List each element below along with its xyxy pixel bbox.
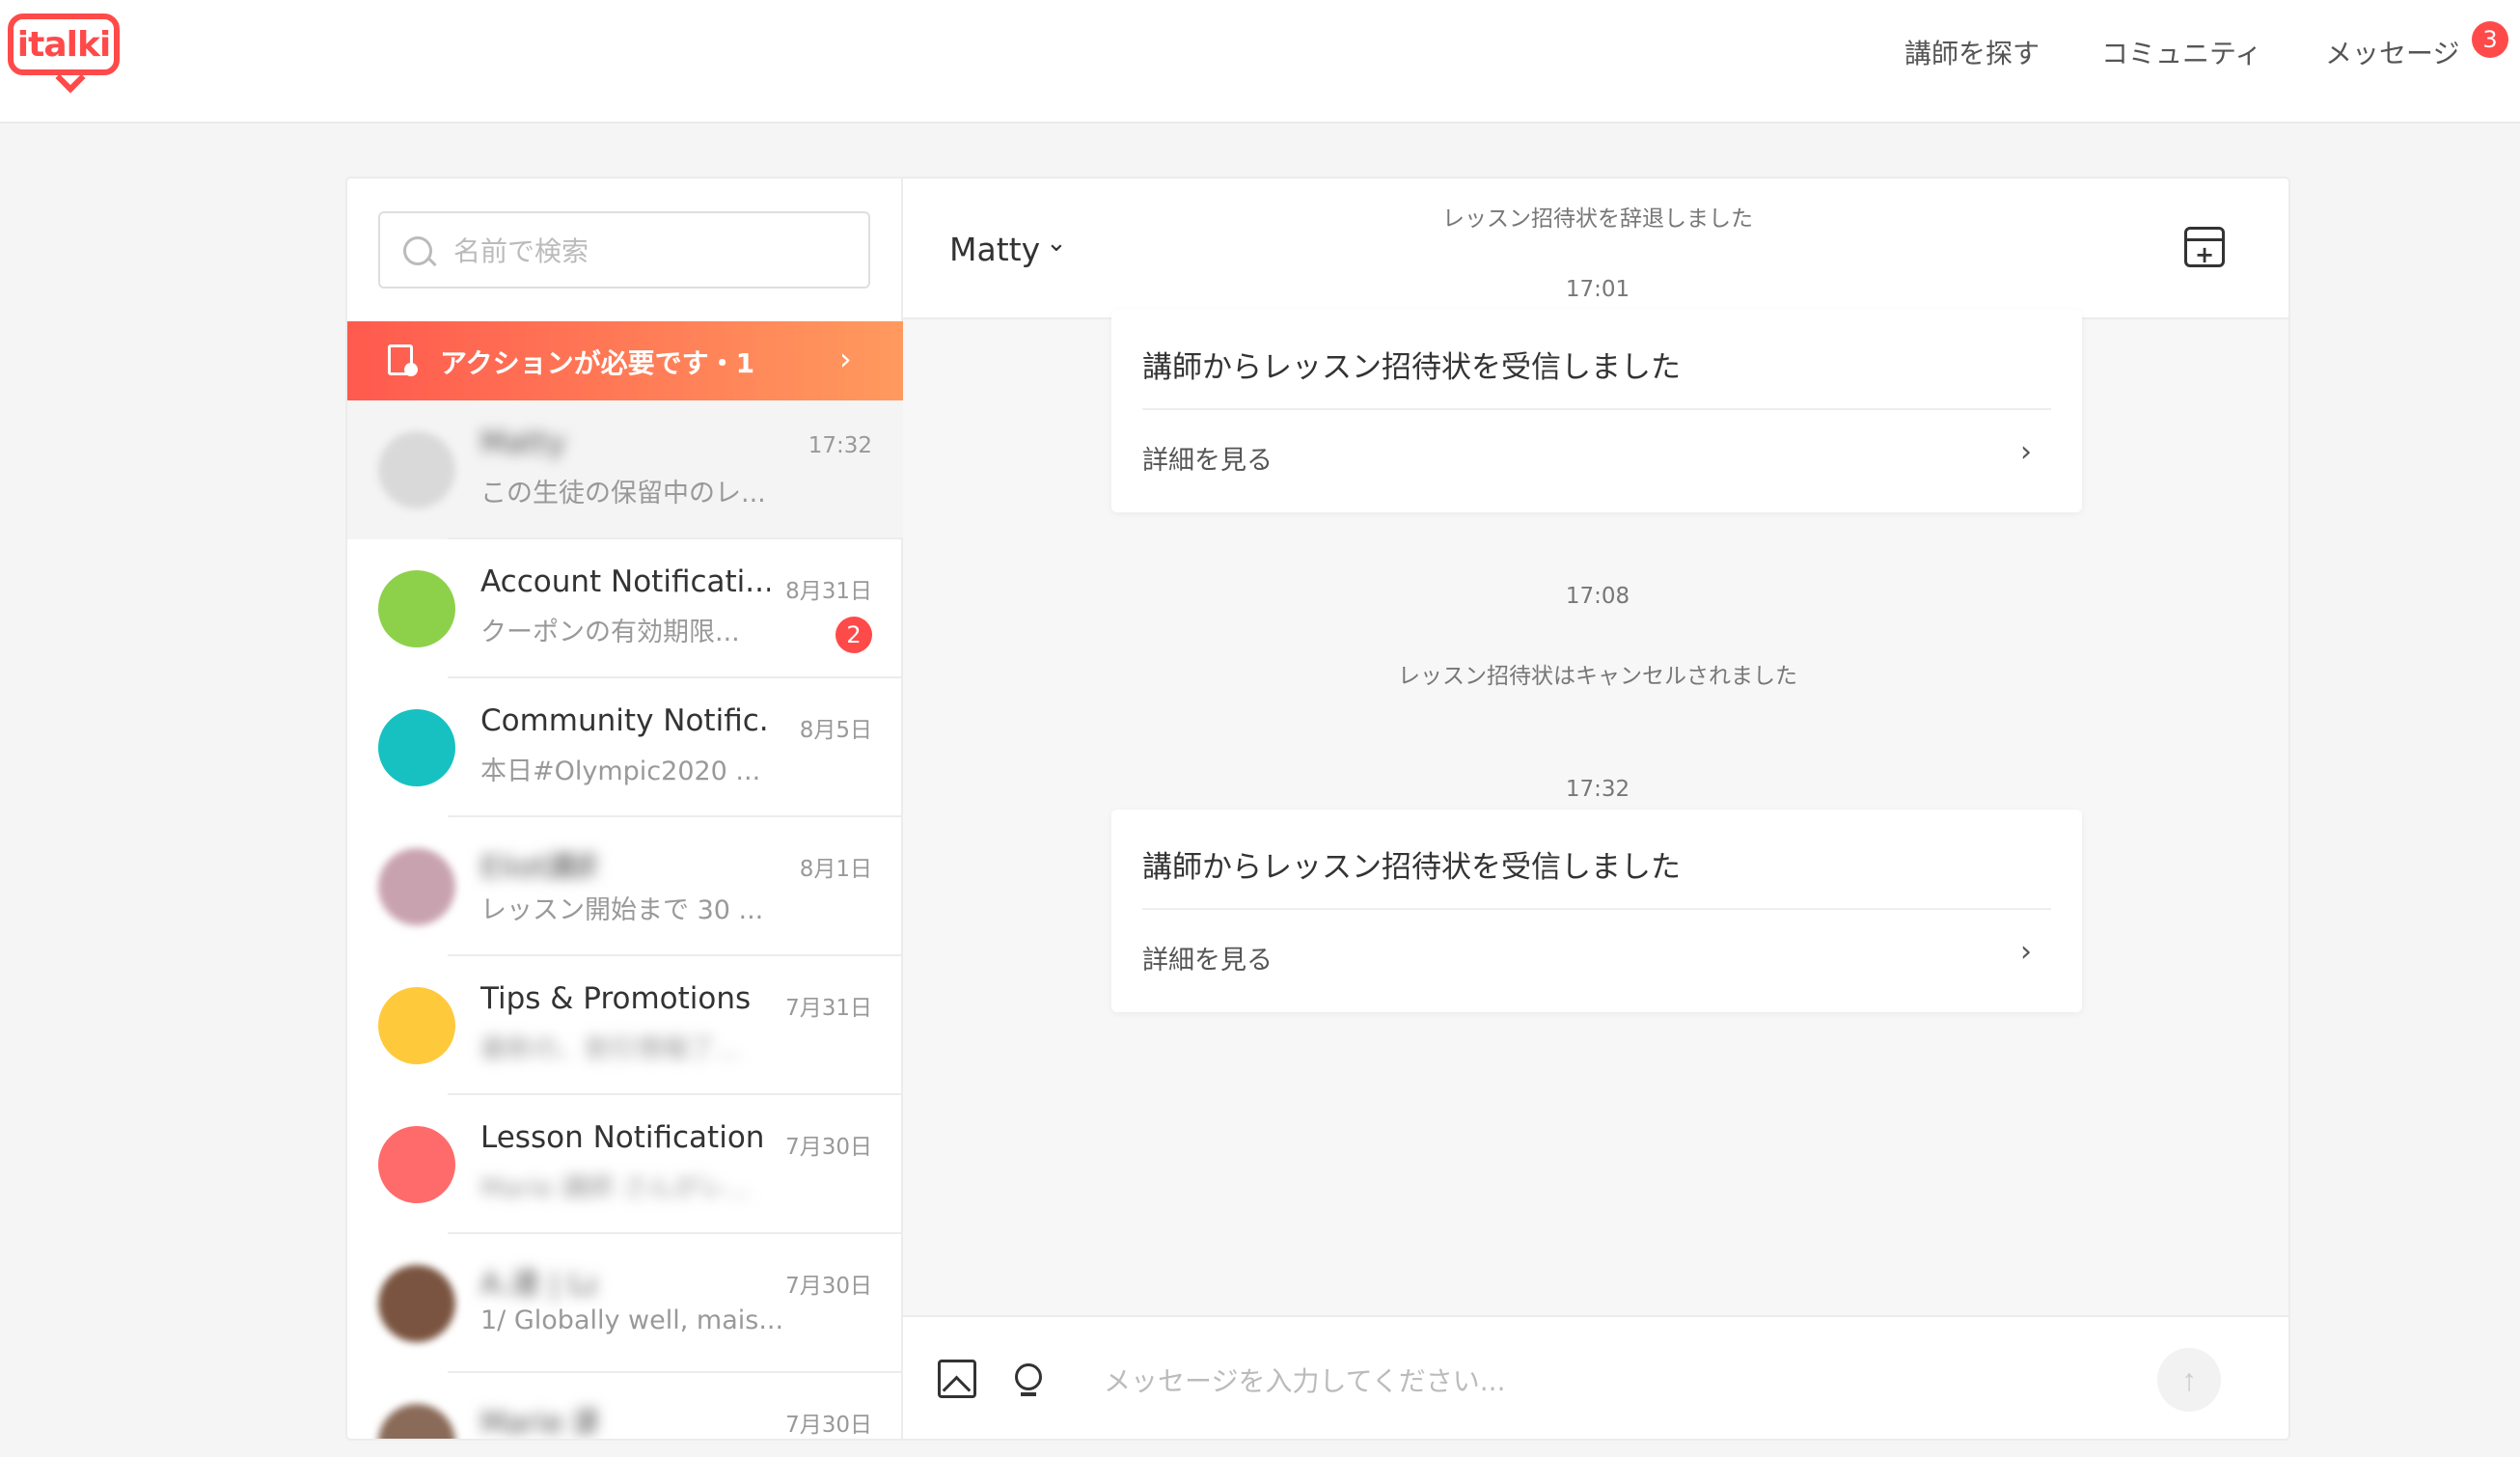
top-navbar: italki 講師を探す コミュニティ メッセージ 3 [0, 0, 2520, 124]
nav-find-teacher[interactable]: 講師を探す [1904, 31, 2040, 73]
conversation-preview: クーポンの有効期限... [480, 618, 740, 647]
send-button[interactable]: ↑ [2157, 1348, 2221, 1412]
plus-icon: + [2194, 241, 2215, 268]
arrow-up-icon: ↑ [2181, 1361, 2197, 1397]
chevron-right-icon[interactable]: › [2020, 935, 2032, 969]
conversation-preview: 1/ Globally well, mais... [480, 1306, 784, 1335]
conversation-time: 8月31日 [785, 579, 872, 604]
image-upload-icon[interactable] [938, 1360, 976, 1398]
lesson-invite-title: 講師からレッスン招待状を受信しました [1142, 350, 1681, 385]
action-required-text: アクションが必要です・1 [440, 347, 755, 379]
lesson-invite-title: 講師からレッスン招待状を受信しました [1142, 850, 1681, 885]
nav-messages[interactable]: メッセージ [2325, 31, 2459, 73]
logo-text: italki [8, 14, 120, 75]
conversation-item[interactable]: Eliot講師レッスン開始まで 30 ... 8月1日 [347, 817, 903, 956]
conversation-time: 7月31日 [785, 996, 872, 1021]
conversation-time: 17:32 [808, 433, 872, 458]
conversation-name: Matty [480, 426, 566, 460]
timestamp-3: 17:32 [1565, 777, 1630, 802]
avatar [378, 848, 455, 925]
chat-area: Matty ⌄ + レッスン招待状を辞退しました 17:01 講師からレッスン招… [903, 179, 2288, 1439]
chevron-right-icon[interactable]: › [2020, 435, 2032, 469]
timestamp-1: 17:01 [1565, 277, 1630, 302]
conversation-item[interactable]: Tips & Promotions 最新の、割引情報了... 7月31日 [347, 956, 903, 1095]
search-input[interactable] [453, 227, 859, 275]
conversation-name: Lesson Notification [480, 1120, 765, 1155]
conversation-time: 8月5日 [799, 718, 872, 743]
conversation-time: 7月30日 [785, 1413, 872, 1438]
avatar [378, 987, 455, 1064]
unread-badge: 2 [835, 617, 872, 653]
conversation-preview: 本日#Olympic2020 ... [480, 756, 761, 786]
conversation-item[interactable]: Account Notificati... クーポンの有効期限... 8月31日 2 [347, 539, 903, 678]
lesson-invite-card-1: 講師からレッスン招待状を受信しました 詳細を見る › [1111, 310, 2082, 512]
lightbulb-icon[interactable] [1009, 1358, 1048, 1400]
conversation-name: Eliot講師 [480, 850, 596, 885]
search-icon [403, 236, 432, 265]
conversation-name: Marie 講師 [480, 1406, 596, 1441]
avatar [378, 1404, 455, 1439]
conversation-name: Account Notificati... [480, 564, 770, 599]
conversation-item[interactable]: Marie 講師 7月30日 [347, 1373, 903, 1441]
chevron-down-icon[interactable]: ⌄ [1046, 229, 1067, 258]
task-alert-icon [388, 344, 418, 376]
conversation-time: 7月30日 [785, 1135, 872, 1160]
message-input[interactable] [1104, 1352, 2117, 1410]
avatar [378, 1265, 455, 1342]
nav-community[interactable]: コミュニティ [2101, 31, 2261, 73]
messages-unread-badge: 3 [2472, 21, 2508, 58]
view-details-link[interactable]: 詳細を見る [1142, 939, 1273, 976]
action-required-banner[interactable]: アクションが必要です・1 › [347, 321, 903, 400]
chevron-right-icon: › [839, 341, 852, 377]
calendar-add-icon[interactable]: + [2184, 227, 2225, 268]
message-composer: ↑ [903, 1315, 2288, 1439]
conversation-time: 7月30日 [785, 1274, 872, 1299]
conversation-name: A.達 | Language C... [480, 1267, 596, 1302]
bulb-glass [1015, 1363, 1042, 1390]
conversation-name: Tips & Promotions [480, 981, 752, 1016]
system-message-cancelled: レッスン招待状はキャンセルされました [1398, 664, 1797, 689]
conversation-time: 8月1日 [799, 857, 872, 882]
avatar [378, 570, 455, 647]
conversation-item[interactable]: A.達 | Language C... 1/ Globally well, mai… [347, 1234, 903, 1373]
avatar [378, 709, 455, 786]
conversation-item[interactable]: Lesson Notification Marie 講師 さんがレ... 7月30日 [347, 1095, 903, 1234]
lesson-invite-card-2: 講師からレッスン招待状を受信しました 詳細を見る › [1111, 810, 2082, 1012]
conversation-sidebar: アクションが必要です・1 › Matty この生徒の保留中のレ... 17:32 Ac… [347, 179, 903, 1441]
messages-panel: アクションが必要です・1 › Matty この生徒の保留中のレ... 17:32 Ac… [345, 177, 2290, 1441]
italki-logo[interactable]: italki [8, 14, 122, 94]
divider [1142, 908, 2051, 910]
conversation-preview: レッスン開始まで 30 ... [480, 895, 764, 925]
conversation-item[interactable]: Community Notific... 本日#Olympic2020 ... 8月… [347, 678, 903, 817]
chat-contact-name[interactable]: Matty [949, 231, 1040, 268]
avatar [378, 431, 455, 509]
conversation-preview: この生徒の保留中のレ... [480, 479, 766, 509]
view-details-link[interactable]: 詳細を見る [1142, 439, 1273, 477]
search-box[interactable] [378, 211, 870, 289]
conversation-name: Community Notific... [480, 703, 770, 738]
conversation-preview: Marie 講師 さんがレ... [480, 1173, 751, 1203]
timestamp-2: 17:08 [1565, 584, 1630, 609]
system-message-declined: レッスン招待状を辞退しました [1442, 206, 1753, 232]
avatar [378, 1126, 455, 1203]
bulb-base [1021, 1392, 1036, 1396]
conversation-preview: 最新の、割引情報了... [480, 1034, 740, 1064]
conversation-item[interactable]: Matty この生徒の保留中のレ... 17:32 [347, 400, 903, 539]
divider [1142, 408, 2051, 410]
